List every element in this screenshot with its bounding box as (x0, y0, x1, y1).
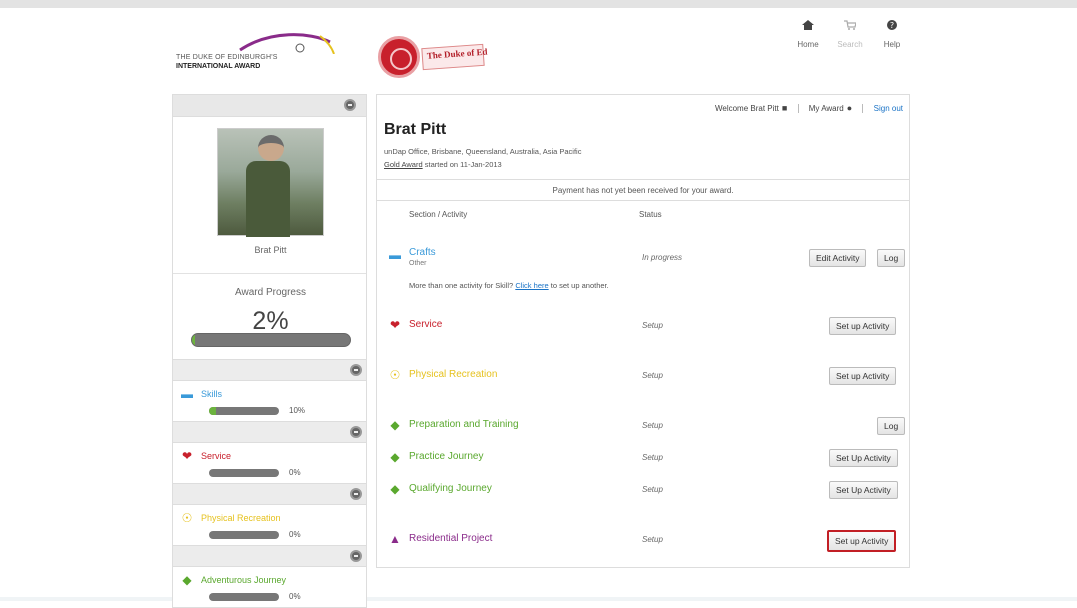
user-icon: ■ (781, 103, 788, 113)
cart-icon (844, 20, 856, 30)
participant-location: unDap Office, Brisbane, Queensland, Aust… (384, 147, 582, 156)
section-progress-bar (209, 469, 279, 477)
collapse-icon[interactable] (350, 488, 362, 500)
log-button[interactable]: Log (877, 249, 906, 267)
award-progress-value: 2% (252, 307, 289, 335)
activity-name[interactable]: Preparation and Training (409, 419, 519, 430)
profile-name: Brat Pitt (254, 245, 287, 255)
journey-icon: ◆ (390, 418, 400, 432)
physical-recreation-icon: ☉ (181, 511, 193, 525)
click-here-link[interactable]: Click here (515, 281, 548, 290)
top-nav: Home Search ? Help (790, 20, 910, 52)
main-panel: Welcome Brat Pitt ■ My Award ● Sign out Br… (376, 94, 910, 568)
section-percent: 0% (289, 468, 301, 477)
section-progress-bar (209, 407, 279, 415)
activity-name[interactable]: Residential Project (409, 533, 492, 544)
award-icon: ● (846, 103, 853, 113)
section-divider (173, 421, 366, 443)
activity-subtype: Other (409, 260, 427, 267)
set-up-activity-button[interactable]: Set up Activity (829, 317, 897, 335)
section-divider (173, 359, 366, 381)
residential-icon: ▲ (389, 532, 401, 546)
activity-name[interactable]: Crafts (409, 247, 436, 258)
sign-out-link[interactable]: Sign out (874, 104, 903, 113)
welcome-text: Welcome Brat Pitt (714, 104, 779, 113)
speech-bubble-icon: ▬ (181, 387, 193, 401)
activity-status: Setup (642, 535, 663, 544)
international-award-logo[interactable]: THE DUKE OF EDINBURGH'S INTERNATIONAL AW… (170, 32, 350, 82)
activity-status: Setup (642, 421, 663, 430)
hands-icon: ❤ (389, 318, 401, 332)
section-percent: 10% (289, 406, 306, 415)
nav-help-label: Help (883, 40, 901, 49)
activity-status: Setup (642, 453, 663, 462)
activity-status: Setup (642, 321, 663, 330)
section-name: Skills (201, 389, 223, 399)
profile-photo (217, 128, 324, 237)
section-progress-bar (209, 593, 279, 601)
svg-text:?: ? (890, 21, 894, 30)
activity-status: Setup (642, 371, 663, 380)
award-level-link[interactable]: Gold Award (384, 160, 423, 169)
set-up-activity-button[interactable]: Set Up Activity (829, 481, 898, 499)
log-button[interactable]: Log (877, 417, 906, 435)
nav-search[interactable]: Search (832, 20, 868, 52)
section-name: Adventurous Journey (201, 575, 287, 585)
collapse-icon[interactable] (344, 99, 356, 111)
collapse-icon[interactable] (350, 550, 362, 562)
section-percent: 0% (289, 530, 301, 539)
seal-icon (378, 36, 420, 78)
participant-name: Brat Pitt (384, 121, 447, 138)
sidebar-header (173, 95, 366, 117)
activity-name[interactable]: Service (409, 319, 442, 330)
activity-status: In progress (642, 253, 683, 262)
award-progress-label: Award Progress (235, 287, 306, 298)
nav-home-label: Home (797, 40, 819, 49)
activity-name[interactable]: Qualifying Journey (409, 483, 492, 494)
sidebar-section-adventurous-journey[interactable]: ◆ Adventurous Journey 0% (179, 573, 364, 607)
award-start-date: started on 11-Jan-2013 (424, 160, 502, 169)
collapse-icon[interactable] (350, 364, 362, 376)
section-divider (173, 545, 366, 567)
award-progress-bar (191, 333, 351, 347)
nav-search-label: Search (837, 40, 863, 49)
payment-notice: Payment has not yet been received for yo… (377, 179, 909, 201)
activity-name[interactable]: Practice Journey (409, 451, 483, 462)
activity-status: Setup (642, 485, 663, 494)
set-up-activity-button[interactable]: Set Up Activity (829, 449, 898, 467)
duke-of-ed-logo[interactable]: The Duke of Ed (378, 36, 488, 80)
section-name: Service (201, 451, 232, 461)
section-divider (173, 483, 366, 505)
collapse-icon[interactable] (350, 426, 362, 438)
award-start: Gold Award started on 11-Jan-2013 (384, 160, 502, 169)
page-frame: THE DUKE OF EDINBURGH'S INTERNATIONAL AW… (0, 0, 1077, 608)
column-header-status: Status (639, 210, 662, 219)
logo-line-1: THE DUKE OF EDINBURGH'S (176, 54, 278, 61)
duke-banner: The Duke of Ed (421, 43, 488, 71)
home-icon (802, 20, 814, 30)
physical-recreation-icon: ☉ (389, 368, 401, 382)
journey-icon: ◆ (390, 450, 400, 464)
my-award-link[interactable]: My Award (809, 104, 844, 113)
hands-icon: ❤ (181, 449, 193, 463)
logo-line-2: INTERNATIONAL AWARD (176, 63, 261, 70)
journey-icon: ◆ (182, 573, 192, 587)
help-icon: ? (887, 20, 897, 30)
award-swoosh-icon (239, 33, 335, 54)
section-percent: 0% (289, 592, 301, 601)
speech-bubble-icon: ▬ (389, 248, 401, 262)
set-up-activity-button-highlighted[interactable]: Set up Activity (827, 530, 897, 552)
journey-icon: ◆ (390, 482, 400, 496)
sidebar: Brat Pitt Award Progress 2% ▬ Skills 10%… (172, 94, 367, 608)
more-activities-note: More than one activity for Skill? Click … (409, 281, 609, 290)
activity-name[interactable]: Physical Recreation (409, 369, 497, 380)
column-header-section: Section / Activity (409, 210, 468, 219)
set-up-activity-button[interactable]: Set up Activity (829, 367, 897, 385)
edit-activity-button[interactable]: Edit Activity (809, 249, 867, 267)
user-bar: Welcome Brat Pitt ■ My Award ● Sign out (714, 103, 903, 114)
section-name: Physical Recreation (201, 513, 281, 523)
nav-home[interactable]: Home (790, 20, 826, 52)
section-progress-bar (209, 531, 279, 539)
nav-help[interactable]: ? Help (874, 20, 910, 52)
